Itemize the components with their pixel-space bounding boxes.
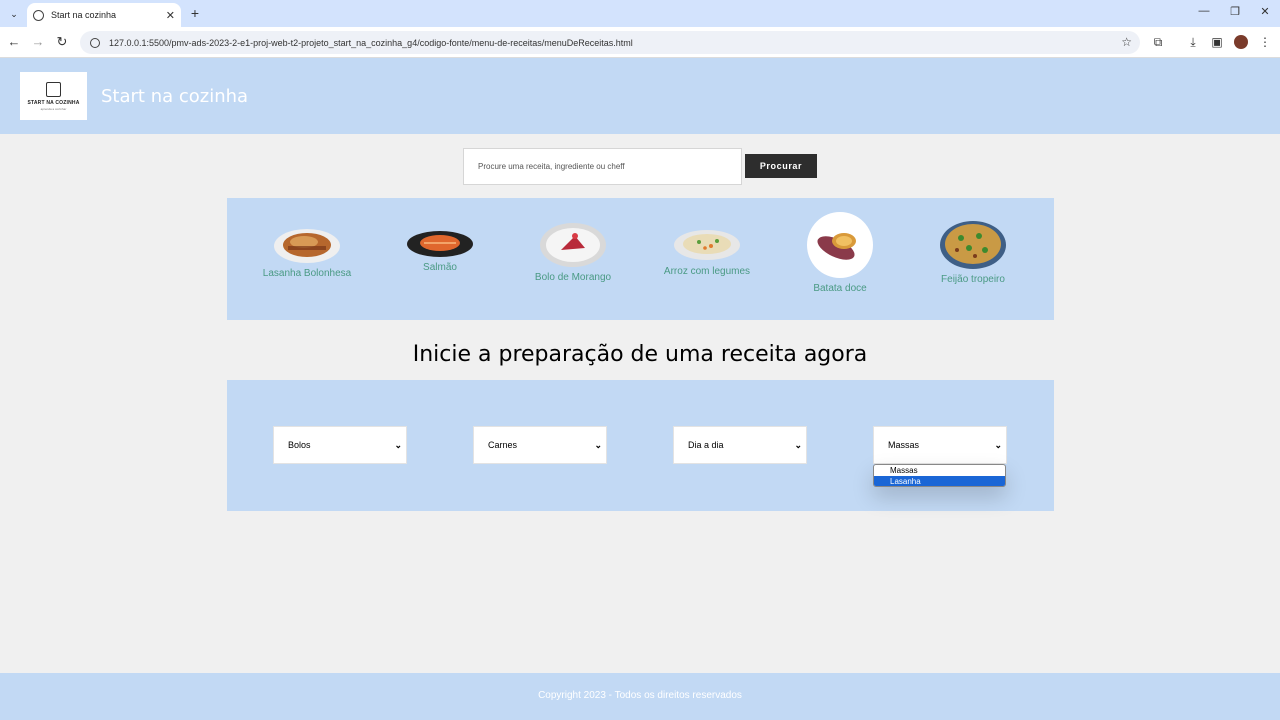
- recipe-label: Arroz com legumes: [663, 266, 751, 277]
- chevron-down-icon: ⌄: [994, 440, 1002, 450]
- recipe-feijao-tropeiro[interactable]: Feijão tropeiro: [923, 220, 1023, 285]
- minimize-icon[interactable]: —: [1197, 5, 1211, 17]
- featured-recipes: Lasanha Bolonhesa Salmão Bolo de Morango…: [227, 198, 1054, 320]
- forward-icon[interactable]: →: [30, 34, 46, 50]
- sweet-potato-image: [807, 212, 873, 278]
- extensions-icon[interactable]: ⧉: [1150, 34, 1166, 50]
- select-value: Carnes: [488, 440, 518, 450]
- profile-avatar[interactable]: [1234, 35, 1248, 49]
- close-tab-icon[interactable]: ✕: [166, 9, 175, 22]
- search-input[interactable]: [463, 148, 742, 185]
- bookmark-star-icon[interactable]: ☆: [1121, 35, 1132, 49]
- site-footer: Copyright 2023 - Todos os direitos reser…: [0, 673, 1280, 720]
- logo-subtext: aprenda a cozinhar: [40, 106, 67, 111]
- site-header: START NA COZINHA aprenda a cozinhar Star…: [0, 58, 1280, 134]
- recipe-label: Lasanha Bolonhesa: [262, 268, 352, 279]
- back-icon[interactable]: ←: [6, 34, 22, 50]
- reload-icon[interactable]: ↻: [54, 34, 70, 50]
- recipe-label: Bolo de Morango: [534, 272, 612, 283]
- tab-search-chevron-icon[interactable]: ⌄: [6, 6, 22, 22]
- massas-dropdown-list: Massas Lasanha: [873, 464, 1006, 487]
- restore-icon[interactable]: ❐: [1228, 5, 1242, 18]
- chef-hat-icon: [46, 81, 61, 97]
- select-value: Massas: [888, 440, 920, 450]
- side-panel-icon[interactable]: ▣: [1209, 34, 1225, 50]
- chevron-down-icon: ⌄: [394, 440, 402, 450]
- logo-text: START NA COZINHA: [27, 99, 80, 106]
- download-icon[interactable]: ⤓: [1185, 34, 1201, 50]
- browser-tab[interactable]: Start na cozinha ✕: [27, 3, 181, 27]
- select-massas[interactable]: Massas ⌄: [873, 426, 1007, 464]
- dropdown-option-highlighted[interactable]: Lasanha: [874, 476, 1005, 486]
- recipe-salmao[interactable]: Salmão: [390, 230, 490, 273]
- recipe-arroz-com-legumes[interactable]: Arroz com legumes: [657, 228, 757, 277]
- browser-tabstrip: ⌄ Start na cozinha ✕ + — ❐ ✕: [0, 0, 1280, 27]
- site-info-icon[interactable]: [90, 37, 100, 48]
- select-value: Bolos: [288, 440, 311, 450]
- salmon-image: [407, 231, 473, 257]
- recipe-batata-doce[interactable]: Batata doce: [790, 211, 890, 294]
- chevron-down-icon: ⌄: [594, 440, 602, 450]
- chevron-down-icon: ⌄: [794, 440, 802, 450]
- select-dia-a-dia[interactable]: Dia a dia ⌄: [673, 426, 807, 464]
- recipe-label: Batata doce: [813, 283, 867, 294]
- tab-title: Start na cozinha: [51, 10, 117, 20]
- browser-menu-icon[interactable]: ⋮: [1257, 34, 1273, 50]
- lasagna-image: [274, 229, 340, 263]
- browser-toolbar: ← → ↻ 127.0.0.1:5500/pmv-ads-2023-2-e1-p…: [0, 27, 1280, 58]
- select-bolos[interactable]: Bolos ⌄: [273, 426, 407, 464]
- new-tab-button[interactable]: +: [187, 6, 203, 22]
- copyright-text: Copyright 2023 - Todos os direitos reser…: [538, 690, 742, 701]
- recipe-label: Salmão: [423, 262, 457, 273]
- window-close-icon[interactable]: ✕: [1258, 5, 1272, 18]
- recipe-lasanha-bolonhesa[interactable]: Lasanha Bolonhesa: [257, 226, 357, 279]
- site-logo[interactable]: START NA COZINHA aprenda a cozinhar: [20, 72, 87, 120]
- select-value: Dia a dia: [688, 440, 724, 450]
- section-heading: Inicie a preparação de uma receita agora: [412, 342, 868, 367]
- dropdown-option[interactable]: Massas: [874, 465, 1005, 476]
- address-bar[interactable]: 127.0.0.1:5500/pmv-ads-2023-2-e1-proj-we…: [80, 31, 1140, 54]
- url-text: 127.0.0.1:5500/pmv-ads-2023-2-e1-proj-we…: [109, 37, 633, 48]
- recipe-bolo-de-morango[interactable]: Bolo de Morango: [523, 222, 623, 283]
- site-title: Start na cozinha: [101, 86, 249, 107]
- recipe-label: Feijão tropeiro: [941, 274, 1005, 285]
- recipe-filters: Bolos ⌄ Carnes ⌄ Dia a dia ⌄ Massas ⌄: [227, 380, 1054, 511]
- globe-icon: [33, 9, 44, 21]
- search-button[interactable]: Procurar: [745, 154, 817, 178]
- feijao-tropeiro-image: [940, 221, 1006, 269]
- select-carnes[interactable]: Carnes ⌄: [473, 426, 607, 464]
- rice-vegetables-image: [674, 230, 740, 260]
- strawberry-cake-image: [540, 223, 606, 267]
